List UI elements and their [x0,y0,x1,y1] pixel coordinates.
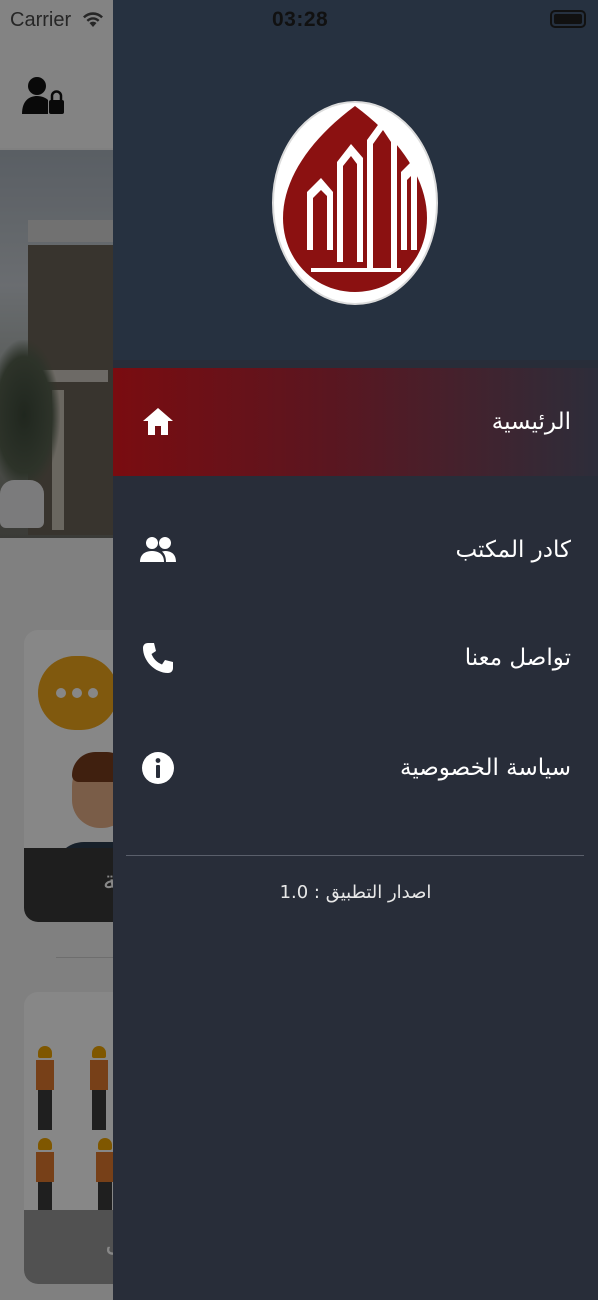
navigation-drawer: الرئيسية كادر المكتب تواصل معنا سياسة ال… [113,0,598,1300]
status-time: 03:28 [272,8,329,31]
phone-icon [143,643,173,673]
menu-item-label: الرئيسية [491,409,571,435]
menu-item-privacy-policy[interactable]: سياسة الخصوصية [113,714,598,822]
menu-divider [126,855,584,856]
menu-item-office-staff[interactable]: كادر المكتب [113,496,598,604]
wifi-icon [83,12,103,27]
company-logo [272,101,438,305]
battery-icon [550,10,586,28]
status-bar: Carrier 03:28 [0,0,598,40]
app-version: اصدار التطبيق : 1.0 [279,882,432,903]
menu-item-label: تواصل معنا [464,645,571,671]
menu-item-label: كادر المكتب [455,537,571,563]
home-icon [143,408,173,435]
people-icon [140,537,176,562]
menu-item-label: سياسة الخصوصية [399,755,571,781]
info-icon [142,752,174,784]
menu-item-home[interactable]: الرئيسية [113,368,598,476]
drawer-header [113,0,598,360]
carrier-label: Carrier [10,9,72,31]
menu-item-contact-us[interactable]: تواصل معنا [113,604,598,712]
